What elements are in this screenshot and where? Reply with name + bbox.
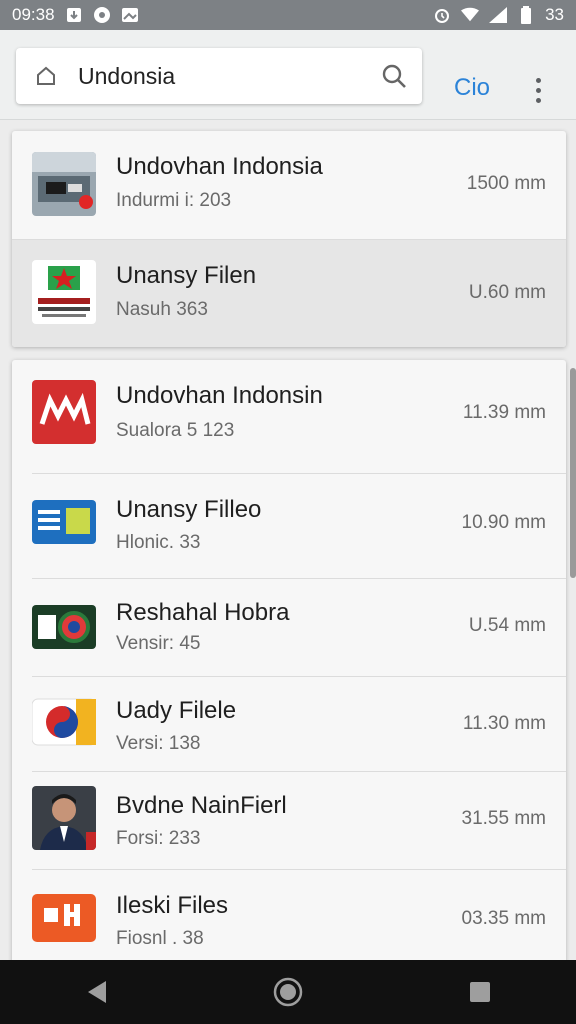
list-item[interactable]: Unansy Filleo Hlonic. 33 10.90 mm bbox=[12, 474, 566, 578]
item-size: 03.35 mm bbox=[461, 908, 546, 929]
item-subtitle: Vensir: 45 bbox=[116, 633, 201, 654]
item-size: U.54 mm bbox=[468, 615, 546, 636]
status-right: 33 bbox=[433, 5, 564, 25]
status-bar: 09:38 33 bbox=[0, 0, 576, 30]
status-left: 09:38 bbox=[12, 5, 139, 25]
green-r-logo-icon bbox=[32, 595, 96, 659]
item-title: Bvdne NainFierl bbox=[116, 792, 287, 819]
back-icon[interactable] bbox=[76, 972, 116, 1012]
image-icon bbox=[121, 6, 139, 24]
wifi-icon bbox=[461, 6, 480, 24]
red-star-logo-icon bbox=[32, 260, 96, 324]
item-size: 1500 mm bbox=[466, 173, 546, 194]
list-item-selected[interactable]: Unansy Filen Nasuh 363 U.60 mm bbox=[12, 240, 566, 347]
item-size: 11.30 mm bbox=[462, 713, 546, 734]
item-title: Uady Filele bbox=[116, 697, 237, 724]
item-subtitle: Indurmi i: 203 bbox=[116, 190, 232, 211]
search-icon[interactable] bbox=[380, 62, 408, 90]
item-size: 10.90 mm bbox=[461, 512, 546, 533]
scrollbar[interactable] bbox=[570, 368, 576, 578]
status-time: 09:38 bbox=[12, 5, 55, 24]
top-results-card: Undovhan Indonsia Indurmi i: 203 1500 mm… bbox=[12, 131, 566, 347]
list-item[interactable]: Ileski Files Fiosnl . 38 03.35 mm bbox=[12, 870, 566, 964]
alarm-icon bbox=[433, 6, 451, 24]
blue-doc-logo-icon bbox=[32, 494, 96, 558]
item-title: Unansy Filleo bbox=[116, 496, 262, 523]
item-subtitle: Hlonic. 33 bbox=[116, 532, 201, 553]
signal-icon bbox=[489, 6, 508, 24]
status-right-text: 33 bbox=[545, 5, 564, 24]
list-item[interactable]: Reshahal Hobra Vensir: 45 U.54 mm bbox=[12, 579, 566, 676]
sync-icon bbox=[93, 6, 111, 24]
item-title: Unansy Filen bbox=[116, 262, 257, 289]
item-subtitle: Nasuh 363 bbox=[116, 299, 208, 320]
home-icon[interactable] bbox=[34, 64, 58, 88]
newsroom-thumb-icon bbox=[32, 152, 96, 216]
search-input[interactable]: Undonsia bbox=[78, 63, 380, 90]
battery-icon bbox=[517, 6, 535, 24]
more-options-icon[interactable] bbox=[528, 72, 548, 108]
item-subtitle: Fiosnl . 38 bbox=[116, 928, 204, 949]
list-item[interactable]: Undovhan Indonsia Indurmi i: 203 1500 mm bbox=[12, 131, 566, 239]
results-card: Undovhan Indonsin Sualora 5 123 11.39 mm… bbox=[12, 360, 566, 964]
list-item[interactable]: Bvdne NainFierl Forsi: 233 31.55 mm bbox=[12, 772, 566, 869]
item-size: 11.39 mm bbox=[462, 402, 546, 423]
item-title: Undovhan Indonsia bbox=[116, 153, 323, 180]
search-box[interactable]: Undonsia bbox=[16, 48, 422, 104]
item-title: Reshahal Hobra bbox=[116, 599, 290, 626]
item-subtitle: Versi: 138 bbox=[116, 733, 201, 754]
go-button[interactable]: Cio bbox=[454, 74, 490, 102]
list-item[interactable]: Uady Filele Versi: 138 11.30 mm bbox=[12, 677, 566, 771]
item-size: U.60 mm bbox=[468, 282, 546, 303]
item-subtitle: Sualora 5 123 bbox=[116, 420, 235, 441]
home-button-icon[interactable] bbox=[268, 972, 308, 1012]
item-title: Undovhan Indonsin bbox=[116, 382, 323, 409]
item-title: Ileski Files bbox=[116, 892, 229, 919]
portrait-photo-icon bbox=[32, 786, 96, 850]
item-size: 31.55 mm bbox=[461, 808, 546, 829]
orange-grid-logo-icon bbox=[32, 886, 96, 950]
swirl-logo-icon bbox=[32, 691, 96, 755]
recents-icon[interactable] bbox=[460, 972, 500, 1012]
download-icon bbox=[65, 6, 83, 24]
nav-bar bbox=[0, 960, 576, 1024]
item-subtitle: Forsi: 233 bbox=[116, 828, 201, 849]
red-m-logo-icon bbox=[32, 380, 96, 444]
list-item[interactable]: Undovhan Indonsin Sualora 5 123 11.39 mm bbox=[12, 360, 566, 473]
toolbar: Undonsia Cio bbox=[0, 30, 576, 120]
